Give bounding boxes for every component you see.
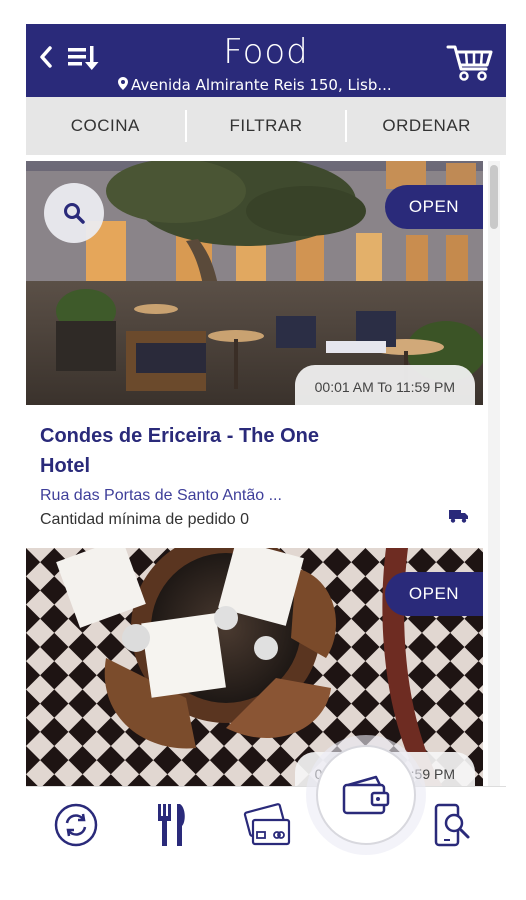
restaurant-photo[interactable]: OPEN 00:01 AM To 11:59 PM [26,161,483,405]
location-pin-icon [118,77,128,94]
list-scrollbar[interactable] [488,161,500,786]
restaurant-card[interactable]: OPEN 00:01 AM To 11:59 PM [26,548,483,786]
tab-filtrar[interactable]: FILTRAR [187,109,346,143]
tab-cocina[interactable]: COCINA [26,109,185,143]
zoom-photo-button[interactable] [44,183,104,243]
payment-cards-icon [243,803,291,846]
restaurant-photo[interactable]: OPEN 00:01 AM To 11:59 PM [26,548,483,786]
bottom-navigation [26,786,506,878]
delivery-address[interactable]: Avenida Almirante Reis 150, Lisb... [118,76,418,94]
nav-payments[interactable] [240,797,296,853]
nav-wallet[interactable] [316,745,416,845]
app-header: Food Avenida Almirante Reis 150, Lisb... [26,24,506,97]
restaurant-list[interactable]: OPEN 00:01 AM To 11:59 PM Condes de Eric… [26,161,483,786]
phone-search-icon [434,803,470,847]
nav-refresh[interactable] [48,797,104,853]
tab-ordenar[interactable]: ORDENAR [347,109,506,143]
app-screen: Food Avenida Almirante Reis 150, Lisb...… [26,24,506,814]
page-title: Food [223,32,309,72]
cart-icon [446,45,493,81]
opening-hours: 00:01 AM To 11:59 PM [294,365,475,405]
delivery-truck-icon [449,510,468,523]
wallet-icon [342,775,390,815]
status-badge: OPEN [385,572,483,616]
status-badge: OPEN [385,185,483,229]
filter-bar: COCINA FILTRAR ORDENAR [26,97,506,155]
restaurant-info[interactable]: Condes de Ericeira - The One Hotel Rua d… [26,405,483,548]
restaurant-name[interactable]: Condes de Ericeira - The One Hotel [40,421,340,481]
minimum-order: Cantidad mínima de pedido 0 [40,511,250,528]
nav-search-app[interactable] [424,797,480,853]
search-icon [64,203,85,224]
cutlery-icon [158,804,185,846]
scrollbar-thumb[interactable] [490,165,498,229]
restaurant-address: Rua das Portas de Santo Antão ... [40,487,282,504]
restaurant-card[interactable]: OPEN 00:01 AM To 11:59 PM Condes de Eric… [26,161,483,548]
nav-restaurants[interactable] [144,797,200,853]
cart-button[interactable] [446,42,494,82]
refresh-icon [54,803,98,847]
address-text: Avenida Almirante Reis 150, Lisb... [131,76,392,94]
